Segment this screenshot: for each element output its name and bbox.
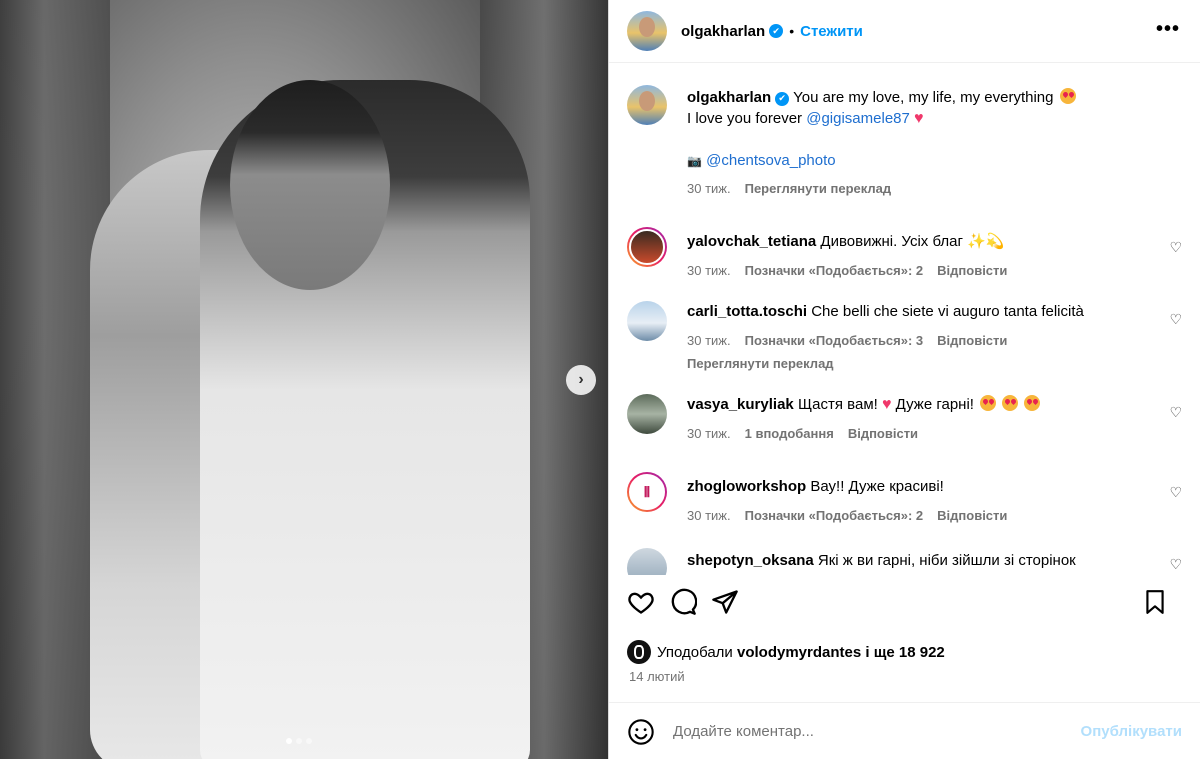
liker-username[interactable]: volodymyrdantes <box>737 644 861 661</box>
owner-avatar[interactable] <box>627 11 667 51</box>
comment-username[interactable]: shepotyn_oksana <box>687 552 814 569</box>
heart-icon[interactable]: ♡ <box>1169 239 1182 256</box>
translate-link[interactable]: Переглянути переклад <box>745 178 892 199</box>
comment-item: vasya_kuryliak Щастя вам! ♥ Дуже гарні! … <box>627 394 1182 444</box>
comment-text: Che belli che siete vi auguro tanta feli… <box>811 303 1084 320</box>
reply-button[interactable]: Відповісти <box>937 505 1007 526</box>
likes-prefix: Уподобали <box>657 643 733 661</box>
comment-username[interactable]: carli_totta.toschi <box>687 303 807 320</box>
pink-heart-emoji-icon: ♥ <box>881 396 892 413</box>
comment-username[interactable]: yalovchak_tetiana <box>687 233 816 250</box>
follow-button[interactable]: Стежити <box>800 23 863 40</box>
separator-dot: • <box>789 23 795 39</box>
comment-time[interactable]: 30 тиж. <box>687 260 731 281</box>
bookmark-icon[interactable] <box>1142 588 1168 616</box>
caption-avatar[interactable] <box>627 85 667 125</box>
comment-text: Які ж ви гарні, ніби зійшли зі сторінок <box>817 552 1076 569</box>
emoji-icon[interactable] <box>627 718 655 746</box>
pink-heart-emoji-icon: ♥ <box>914 110 924 127</box>
reply-button[interactable]: Відповісти <box>937 330 1007 351</box>
post-photo: › <box>0 0 608 759</box>
comment-item: shepotyn_oksana Які ж ви гарні, ніби зій… <box>627 548 1182 575</box>
comment-username[interactable]: zhogloworkshop <box>687 478 806 495</box>
caption-text: You are my love, my life, my everything <box>793 89 1054 106</box>
comment-username[interactable]: vasya_kuryliak <box>687 396 794 413</box>
share-icon[interactable] <box>711 588 739 616</box>
comments-list[interactable]: olgakharlan ✔ You are my love, my life, m… <box>609 63 1200 575</box>
liker-avatar[interactable] <box>627 640 651 664</box>
carousel-next-button[interactable]: › <box>566 365 596 395</box>
comment-item: yalovchak_tetiana Дивовижні. Усіх благ ✨… <box>627 227 1182 281</box>
commenter-avatar[interactable] <box>627 394 667 434</box>
comment-text: Вау!! Дуже красиві! <box>810 478 944 495</box>
carousel-dot <box>296 738 302 744</box>
comment-time[interactable]: 30 тиж. <box>687 505 731 526</box>
commenter-avatar[interactable] <box>627 301 667 341</box>
comment-time[interactable]: 30 тиж. <box>687 330 731 351</box>
comment-item: carli_totta.toschi Che belli che siete v… <box>627 301 1182 374</box>
heart-icon[interactable]: ♡ <box>1169 556 1182 573</box>
caption-username[interactable]: olgakharlan <box>687 89 771 106</box>
heart-icon[interactable] <box>627 588 655 616</box>
camera-emoji-icon: 📷 <box>687 154 702 168</box>
comment-likes[interactable]: Позначки «Подобається»: 2 <box>745 505 924 526</box>
verified-badge-icon: ✔ <box>769 24 784 38</box>
translate-link[interactable]: Переглянути переклад <box>687 353 834 374</box>
commenter-avatar[interactable] <box>627 227 667 267</box>
comment-icon[interactable] <box>669 588 697 616</box>
carousel-dot <box>306 738 312 744</box>
comment-likes[interactable]: 1 вподобання <box>745 423 834 444</box>
heart-eyes-emoji-icon <box>980 395 997 411</box>
caption-time[interactable]: 30 тиж. <box>687 178 731 199</box>
comment-time[interactable]: 30 тиж. <box>687 423 731 444</box>
comment-text: Дивовижні. Усіх благ <box>820 233 963 250</box>
likes-summary[interactable]: Уподобали volodymyrdantes і ще 18 922 <box>627 640 945 664</box>
heart-eyes-emoji-icon <box>1024 395 1041 411</box>
comment-text-continued: Дуже гарні! <box>895 396 974 413</box>
post-date[interactable]: 14 лютий <box>629 669 685 684</box>
verified-badge-icon: ✔ <box>775 91 790 106</box>
reply-button[interactable]: Відповісти <box>937 260 1007 281</box>
add-comment-bar: Додайте коментар... Опублікувати <box>609 702 1200 760</box>
comment-likes[interactable]: Позначки «Подобається»: 3 <box>745 330 924 351</box>
heart-icon[interactable]: ♡ <box>1169 484 1182 501</box>
comment-text: Щастя вам! <box>797 396 878 413</box>
heart-icon[interactable]: ♡ <box>1169 311 1182 328</box>
reply-button[interactable]: Відповісти <box>848 423 918 444</box>
likes-count[interactable]: і ще 18 922 <box>865 644 944 661</box>
carousel-indicator <box>286 738 312 744</box>
comment-input[interactable]: Додайте коментар... <box>673 723 1081 740</box>
dizzy-emoji-icon: 💫 <box>985 233 1005 250</box>
post-header: olgakharlan ✔ • Стежити ••• <box>609 0 1200 63</box>
publish-button[interactable]: Опублікувати <box>1081 723 1182 740</box>
photo-credit-link[interactable]: @chentsova_photo <box>706 152 836 169</box>
carousel-dot <box>286 738 292 744</box>
chevron-right-icon: › <box>578 371 584 388</box>
caption: olgakharlan ✔ You are my love, my life, m… <box>627 85 1182 199</box>
caption-text-line2: I love you forever <box>687 110 803 127</box>
sparkles-emoji-icon: ✨ <box>967 233 986 250</box>
commenter-avatar[interactable]: ⦀ <box>627 472 667 512</box>
more-options-icon[interactable]: ••• <box>1156 18 1180 41</box>
comment-item: ⦀ zhogloworkshop Вау!! Дуже красиві! 30 … <box>627 472 1182 526</box>
comment-likes[interactable]: Позначки «Подобається»: 2 <box>745 260 924 281</box>
heart-eyes-emoji-icon <box>1059 88 1076 104</box>
post-side-panel: olgakharlan ✔ • Стежити ••• olgakharlan ✔… <box>608 0 1200 759</box>
owner-username[interactable]: olgakharlan <box>681 23 765 40</box>
commenter-avatar[interactable] <box>627 548 667 575</box>
caption-mention-link[interactable]: @gigisamele87 <box>806 110 910 127</box>
action-bar <box>627 588 1182 616</box>
heart-icon[interactable]: ♡ <box>1169 404 1182 421</box>
photo-man-head <box>230 80 390 290</box>
heart-eyes-emoji-icon <box>1002 395 1019 411</box>
